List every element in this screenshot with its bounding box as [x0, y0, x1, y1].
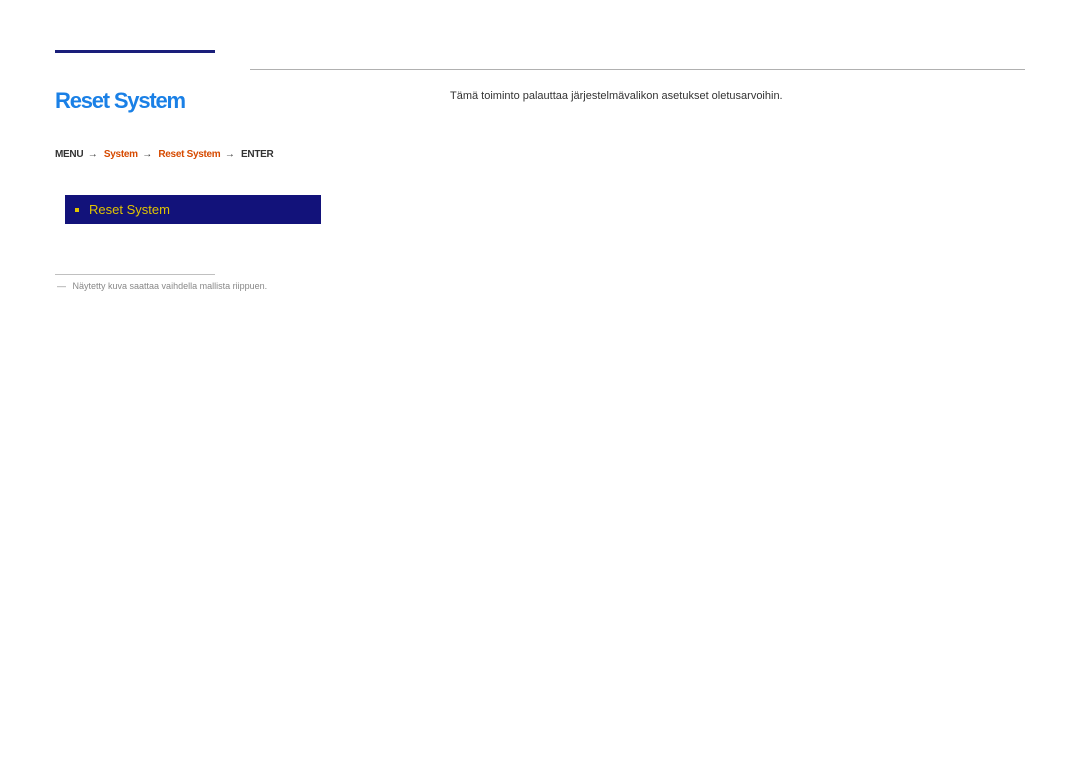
horizontal-divider [250, 69, 1025, 70]
breadcrumb-separator-icon: → [223, 149, 239, 160]
breadcrumb: MENU → System → Reset System → ENTER [55, 149, 395, 160]
breadcrumb-item-system: System [104, 149, 138, 160]
breadcrumb-separator-icon: → [140, 149, 156, 160]
osd-menu-screenshot: Reset System [65, 195, 321, 224]
page-container: Reset System MENU → System → Reset Syste… [0, 0, 1080, 341]
left-column: Reset System MENU → System → Reset Syste… [55, 88, 395, 291]
footnote-divider [55, 274, 215, 275]
dash-icon: ― [57, 281, 70, 291]
menu-icon: MENU [55, 149, 83, 160]
right-column: Tämä toiminto palauttaa järjestelmävalik… [395, 88, 1025, 291]
breadcrumb-action-enter: ENTER [241, 149, 273, 160]
menu-item-dot-icon [75, 208, 79, 212]
osd-menu-item-reset-system: Reset System [65, 195, 321, 224]
feature-description: Tämä toiminto palauttaa järjestelmävalik… [450, 88, 1025, 105]
breadcrumb-separator-icon: → [86, 149, 102, 160]
osd-menu-item-label: Reset System [89, 202, 170, 217]
breadcrumb-item-reset-system: Reset System [158, 149, 220, 160]
section-title: Reset System [55, 88, 395, 114]
footnote-text: Näytetty kuva saattaa vaihdella mallista… [73, 281, 268, 291]
footnote: ― Näytetty kuva saattaa vaihdella mallis… [57, 281, 395, 291]
top-accent-bar [55, 50, 215, 53]
content-row: Reset System MENU → System → Reset Syste… [55, 88, 1025, 291]
